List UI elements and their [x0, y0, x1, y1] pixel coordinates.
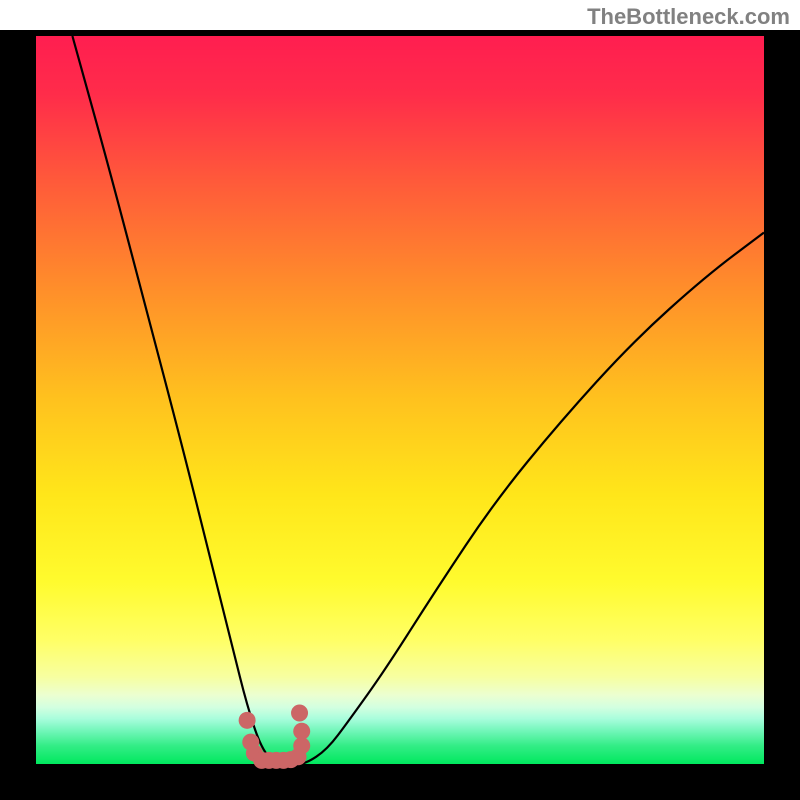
- watermark-text: TheBottleneck.com: [587, 4, 790, 30]
- fit-marker: [293, 723, 310, 740]
- plot-area: [36, 36, 764, 764]
- bottleneck-chart: [0, 0, 800, 800]
- chart-container: TheBottleneck.com: [0, 0, 800, 800]
- fit-marker: [291, 705, 308, 722]
- fit-marker: [239, 712, 256, 729]
- fit-marker: [293, 737, 310, 754]
